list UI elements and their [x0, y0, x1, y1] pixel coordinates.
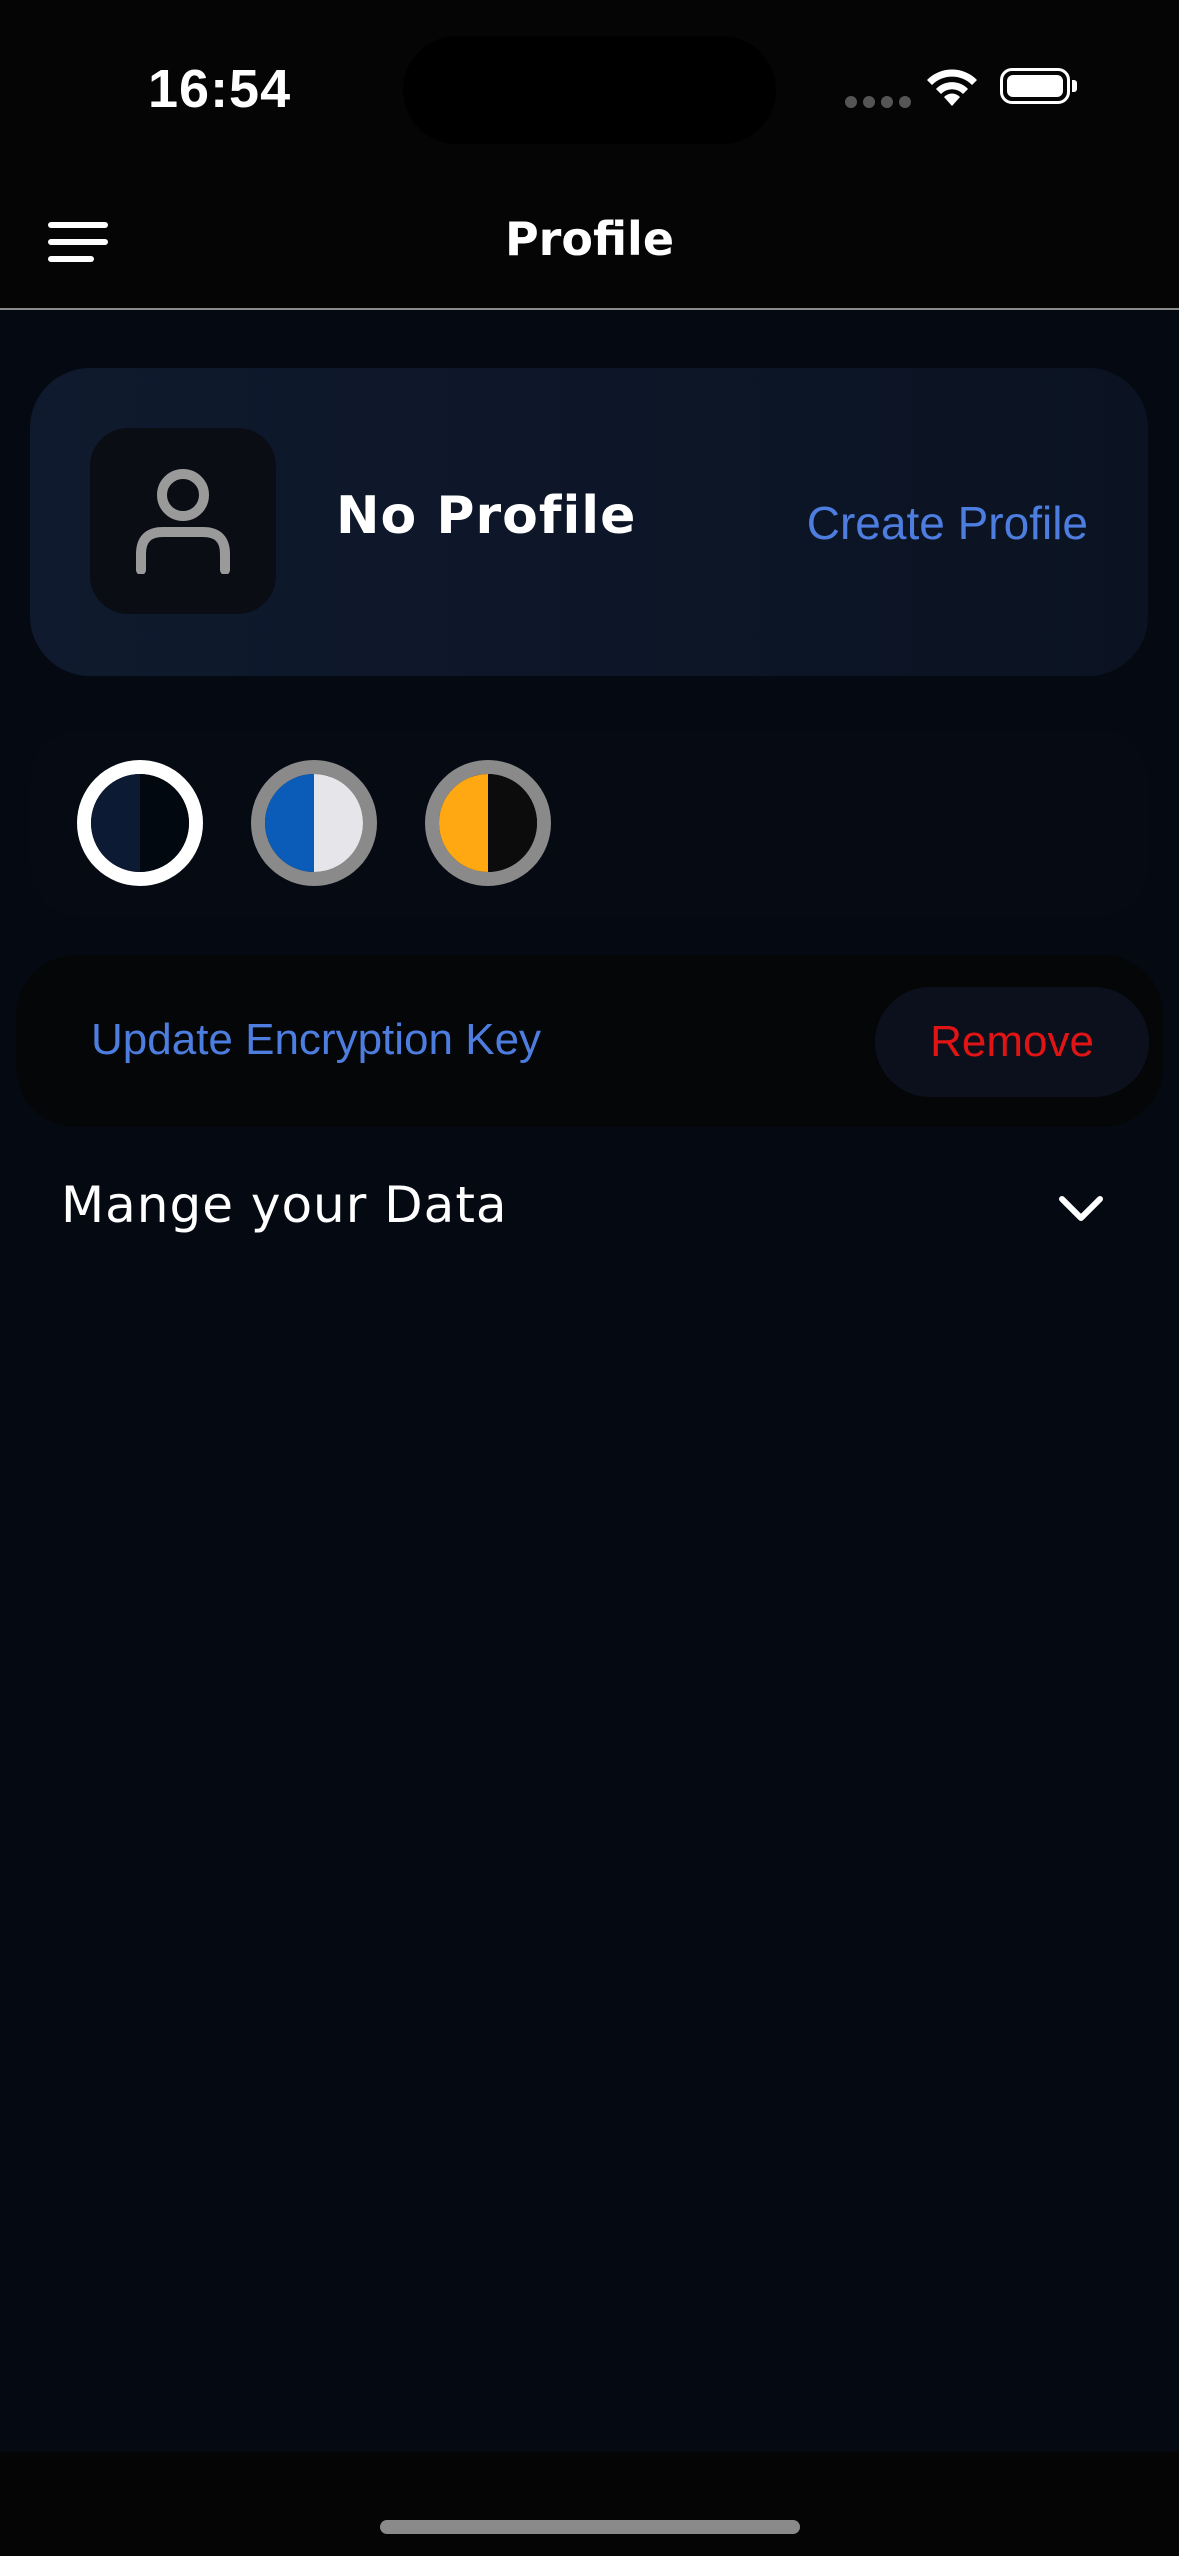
dynamic-island — [403, 36, 776, 144]
home-indicator[interactable] — [380, 2520, 800, 2534]
avatar — [90, 428, 276, 614]
status-time: 16:54 — [148, 59, 292, 119]
bottom-bar — [0, 2452, 1179, 2556]
manage-data-label: Mange your Data — [61, 1176, 508, 1234]
signal-icon — [845, 96, 911, 108]
theme-selector — [30, 730, 1148, 916]
theme-option-orange-black[interactable] — [425, 760, 551, 886]
update-encryption-key-button[interactable]: Update Encryption Key — [91, 1015, 541, 1065]
profile-card: No Profile Create Profile — [30, 368, 1148, 676]
navigation-bar: Profile — [0, 180, 1179, 310]
manage-data-expander[interactable]: Mange your Data — [0, 1160, 1179, 1260]
battery-icon — [1000, 68, 1077, 104]
profile-name: No Profile — [336, 486, 637, 546]
theme-option-dark-navy[interactable] — [77, 760, 203, 886]
remove-button[interactable]: Remove — [875, 987, 1149, 1097]
wifi-icon — [927, 69, 977, 106]
encryption-key-row: Update Encryption Key Remove — [16, 955, 1163, 1127]
chevron-down-icon — [1059, 1196, 1103, 1221]
status-bar: 16:54 — [0, 0, 1179, 180]
user-icon — [136, 469, 230, 574]
theme-option-blue-white[interactable] — [251, 760, 377, 886]
page-title: Profile — [504, 212, 675, 266]
create-profile-link[interactable]: Create Profile — [807, 496, 1088, 550]
